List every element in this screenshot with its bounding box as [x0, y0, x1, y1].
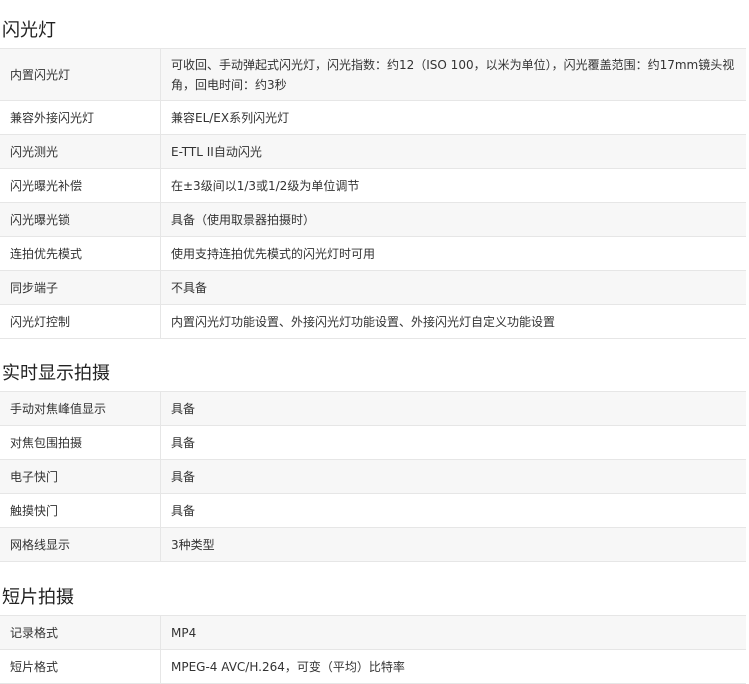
table-row: 兼容外接闪光灯 兼容EL/EX系列闪光灯	[0, 100, 746, 135]
spec-value: 具备（使用取景器拍摄时）	[160, 202, 746, 237]
table-row: 闪光曝光补偿 在±3级间以1/3或1/2级为单位调节	[0, 168, 746, 203]
table-row: 网格线显示 3种类型	[0, 527, 746, 562]
section-flash: 闪光灯 内置闪光灯 可收回、手动弹起式闪光灯，闪光指数：约12（ISO 100，…	[0, 14, 749, 339]
spec-key: 电子快门	[0, 459, 161, 494]
spec-value: 在±3级间以1/3或1/2级为单位调节	[160, 168, 746, 203]
spec-key: 闪光灯控制	[0, 304, 161, 339]
spec-value: 使用支持连拍优先模式的闪光灯时可用	[160, 236, 746, 271]
spec-value: 具备	[160, 425, 746, 460]
section-live-view: 实时显示拍摄 手动对焦峰值显示 具备 对焦包围拍摄 具备 电子快门 具备 触摸快…	[0, 357, 749, 562]
spec-key: 同步端子	[0, 270, 161, 305]
table-row: 闪光测光 E-TTL II自动闪光	[0, 134, 746, 169]
spec-table: 记录格式 MP4 短片格式 MPEG-4 AVC/H.264，可变（平均）比特率	[0, 615, 746, 684]
spec-value: 具备	[160, 391, 746, 426]
spec-value: 兼容EL/EX系列闪光灯	[160, 100, 746, 135]
spec-key: 对焦包围拍摄	[0, 425, 161, 460]
table-row: 短片格式 MPEG-4 AVC/H.264，可变（平均）比特率	[0, 649, 746, 684]
spec-table: 内置闪光灯 可收回、手动弹起式闪光灯，闪光指数：约12（ISO 100，以米为单…	[0, 48, 746, 339]
table-row: 电子快门 具备	[0, 459, 746, 494]
spec-value: 3种类型	[160, 527, 746, 562]
table-row: 闪光灯控制 内置闪光灯功能设置、外接闪光灯功能设置、外接闪光灯自定义功能设置	[0, 304, 746, 339]
table-row: 记录格式 MP4	[0, 615, 746, 650]
spec-key: 闪光测光	[0, 134, 161, 169]
spec-key: 触摸快门	[0, 493, 161, 528]
table-row: 内置闪光灯 可收回、手动弹起式闪光灯，闪光指数：约12（ISO 100，以米为单…	[0, 48, 746, 101]
spec-table: 手动对焦峰值显示 具备 对焦包围拍摄 具备 电子快门 具备 触摸快门 具备 网格…	[0, 391, 746, 562]
table-row: 同步端子 不具备	[0, 270, 746, 305]
table-row: 触摸快门 具备	[0, 493, 746, 528]
spec-value: MP4	[160, 615, 746, 650]
spec-key: 闪光曝光锁	[0, 202, 161, 237]
section-title: 实时显示拍摄	[2, 363, 110, 384]
spec-key: 连拍优先模式	[0, 236, 161, 271]
spec-value: 内置闪光灯功能设置、外接闪光灯功能设置、外接闪光灯自定义功能设置	[160, 304, 746, 339]
spec-key: 短片格式	[0, 649, 161, 684]
section-title: 闪光灯	[2, 20, 56, 41]
spec-value: E-TTL II自动闪光	[160, 134, 746, 169]
spec-value: MPEG-4 AVC/H.264，可变（平均）比特率	[160, 649, 746, 684]
table-row: 连拍优先模式 使用支持连拍优先模式的闪光灯时可用	[0, 236, 746, 271]
spec-value: 不具备	[160, 270, 746, 305]
section-movie: 短片拍摄 记录格式 MP4 短片格式 MPEG-4 AVC/H.264，可变（平…	[0, 581, 749, 684]
table-row: 闪光曝光锁 具备（使用取景器拍摄时）	[0, 202, 746, 237]
spec-value: 可收回、手动弹起式闪光灯，闪光指数：约12（ISO 100，以米为单位），闪光覆…	[160, 48, 746, 101]
spec-key: 内置闪光灯	[0, 48, 161, 101]
table-row: 手动对焦峰值显示 具备	[0, 391, 746, 426]
spec-key: 闪光曝光补偿	[0, 168, 161, 203]
section-title: 短片拍摄	[2, 587, 74, 608]
spec-value: 具备	[160, 493, 746, 528]
table-row: 对焦包围拍摄 具备	[0, 425, 746, 460]
spec-key: 记录格式	[0, 615, 161, 650]
spec-key: 网格线显示	[0, 527, 161, 562]
spec-key: 手动对焦峰值显示	[0, 391, 161, 426]
spec-key: 兼容外接闪光灯	[0, 100, 161, 135]
spec-value: 具备	[160, 459, 746, 494]
